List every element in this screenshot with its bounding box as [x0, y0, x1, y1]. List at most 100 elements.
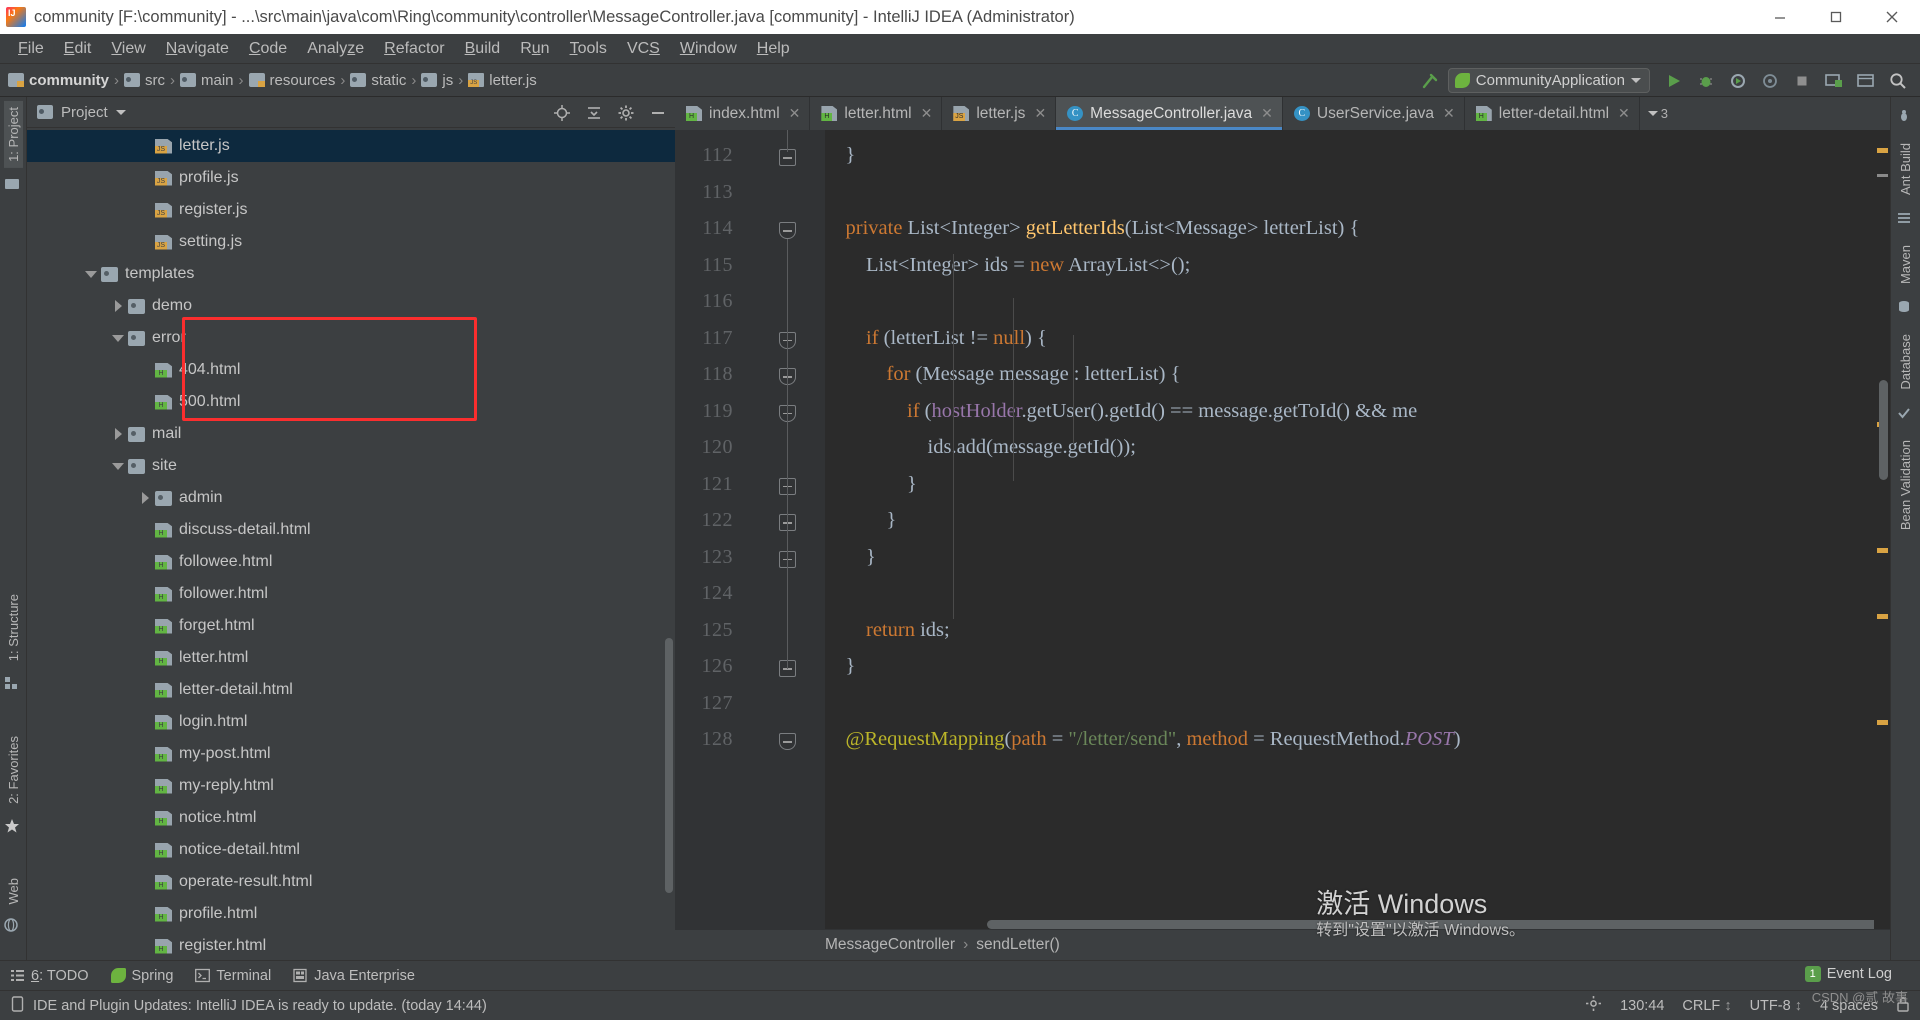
tree-item[interactable]: login.html — [27, 706, 675, 738]
fold-collapse-icon[interactable] — [779, 222, 796, 239]
code-line[interactable]: @RequestMapping(path = "/letter/send", m… — [825, 728, 1461, 751]
sidebar-item-favorites[interactable]: 2: Favorites — [4, 730, 23, 810]
web-globe-icon[interactable] — [3, 917, 23, 937]
sidebar-item-structure[interactable]: 1: Structure — [4, 588, 23, 667]
warning-marker[interactable] — [1877, 614, 1888, 619]
close-icon[interactable]: ✕ — [921, 105, 933, 122]
structure-icon[interactable] — [3, 675, 23, 695]
tree-item[interactable]: site — [27, 450, 675, 482]
menu-vcs[interactable]: VCS — [617, 38, 670, 60]
menu-build[interactable]: Build — [455, 38, 511, 60]
maven-icon[interactable] — [1896, 210, 1916, 230]
menu-help[interactable]: Help — [747, 38, 800, 60]
update-application-button[interactable] — [1820, 67, 1848, 95]
tree-item[interactable]: my-post.html — [27, 738, 675, 770]
maximize-icon[interactable] — [1808, 0, 1864, 34]
code-line[interactable]: } — [825, 655, 856, 678]
breadcrumb-resources[interactable]: resources — [248, 72, 335, 89]
tree-item[interactable]: follower.html — [27, 578, 675, 610]
sidebar-item-maven[interactable]: Maven — [1896, 239, 1915, 290]
menu-code[interactable]: Code — [239, 38, 297, 60]
close-icon[interactable]: ✕ — [1034, 105, 1046, 122]
code-line[interactable] — [825, 692, 830, 715]
tree-item[interactable]: letter.html — [27, 642, 675, 674]
sidebar-item-web[interactable]: Web — [4, 872, 23, 911]
tree-item[interactable]: profile.html — [27, 898, 675, 930]
run-button[interactable] — [1660, 67, 1688, 95]
chevron-down-icon[interactable] — [108, 462, 128, 470]
code-line[interactable]: for (Message message : letterList) { — [825, 363, 1181, 386]
close-icon[interactable]: ✕ — [1261, 105, 1273, 122]
tree-item[interactable]: notice.html — [27, 802, 675, 834]
editor-marker-bar[interactable] — [1874, 130, 1890, 929]
chevron-right-icon[interactable] — [108, 300, 128, 312]
editor-tab[interactable]: letter.js ✕ — [942, 97, 1057, 130]
chevron-down-icon[interactable] — [81, 270, 101, 278]
breadcrumb-static[interactable]: static — [350, 72, 406, 89]
hide-panel-icon[interactable] — [649, 104, 667, 122]
debug-button[interactable] — [1692, 67, 1720, 95]
code-line[interactable]: List<Integer> ids = new ArrayList<>(); — [825, 254, 1190, 277]
project-file-tree[interactable]: letter.js profile.js register.js setting.js… — [27, 128, 675, 960]
sidebar-item-project[interactable]: 1: Project — [3, 101, 23, 168]
project-files-icon[interactable] — [3, 175, 23, 195]
event-log-button[interactable]: 1 Event Log — [1804, 966, 1892, 982]
editor-code-content[interactable]: } private List<Integer> getLetterIds(Lis… — [825, 130, 1874, 929]
editor-tab[interactable]: index.html ✕ — [675, 97, 811, 130]
file-encoding[interactable]: UTF-8 ↕ — [1750, 998, 1802, 1014]
menu-analyze[interactable]: Analyze — [297, 38, 374, 60]
tree-scrollbar[interactable] — [665, 638, 673, 893]
breadcrumb-letter-js[interactable]: letter.js — [468, 72, 537, 89]
run-coverage-button[interactable] — [1724, 67, 1752, 95]
tree-item[interactable]: 404.html — [27, 354, 675, 386]
tree-item[interactable]: 500.html — [27, 386, 675, 418]
collapse-all-icon[interactable] — [585, 104, 603, 122]
run-configuration-selector[interactable]: CommunityApplication — [1447, 68, 1650, 93]
open-in-browser-button[interactable] — [1852, 67, 1880, 95]
breadcrumb-src[interactable]: src — [124, 72, 165, 89]
tree-item[interactable]: letter-detail.html — [27, 674, 675, 706]
code-line[interactable] — [825, 181, 830, 204]
tree-item[interactable]: setting.js — [27, 226, 675, 258]
fold-collapse-icon[interactable] — [779, 733, 796, 750]
tree-item[interactable]: templates — [27, 258, 675, 290]
tree-item[interactable]: discuss-detail.html — [27, 514, 675, 546]
tree-item[interactable]: followee.html — [27, 546, 675, 578]
chevron-down-icon[interactable] — [108, 334, 128, 342]
breadcrumb-js[interactable]: js — [421, 72, 453, 89]
locate-file-icon[interactable] — [553, 104, 571, 122]
code-line[interactable]: } — [825, 144, 856, 167]
editor-tab[interactable]: UserService.java ✕ — [1283, 97, 1465, 130]
menu-tools[interactable]: Tools — [560, 38, 617, 60]
tree-item[interactable]: demo — [27, 290, 675, 322]
minimize-icon[interactable] — [1752, 0, 1808, 34]
code-line[interactable]: private List<Integer> getLetterIds(List<… — [825, 217, 1360, 240]
bottom-tab-terminal[interactable]: Terminal — [195, 968, 271, 984]
warning-marker[interactable] — [1877, 548, 1888, 553]
code-line[interactable]: } — [825, 546, 876, 569]
chevron-right-icon[interactable] — [135, 492, 155, 504]
bottom-tab-todo[interactable]: 6: TODO — [10, 968, 89, 984]
close-icon[interactable]: ✕ — [1443, 105, 1455, 122]
bottom-tab-java-enterprise[interactable]: Java Enterprise — [293, 968, 415, 984]
menu-navigate[interactable]: Navigate — [156, 38, 239, 60]
close-icon[interactable] — [1864, 0, 1920, 34]
favorites-star-icon[interactable] — [3, 817, 23, 837]
tree-item[interactable]: register.js — [27, 194, 675, 226]
sidebar-item-bean-validation[interactable]: Bean Validation — [1896, 434, 1915, 536]
tree-item[interactable]: letter.js — [27, 130, 675, 162]
menu-window[interactable]: Window — [670, 38, 747, 60]
menu-view[interactable]: View — [101, 38, 155, 60]
change-marker[interactable] — [1877, 174, 1888, 177]
stop-button[interactable] — [1788, 67, 1816, 95]
notification-icon[interactable] — [10, 995, 25, 1016]
breadcrumb-class[interactable]: MessageController — [825, 936, 955, 954]
bottom-tab-spring[interactable]: Spring — [110, 968, 173, 984]
gear-icon[interactable] — [617, 104, 635, 122]
code-line[interactable]: } — [825, 473, 917, 496]
menu-file[interactable]: File — [8, 38, 54, 60]
editor-tabs-overflow[interactable]: 3 — [1640, 97, 1676, 130]
ant-build-icon[interactable] — [1896, 108, 1916, 128]
breadcrumb-main[interactable]: main — [180, 72, 234, 89]
line-separator[interactable]: CRLF ↕ — [1682, 998, 1731, 1014]
